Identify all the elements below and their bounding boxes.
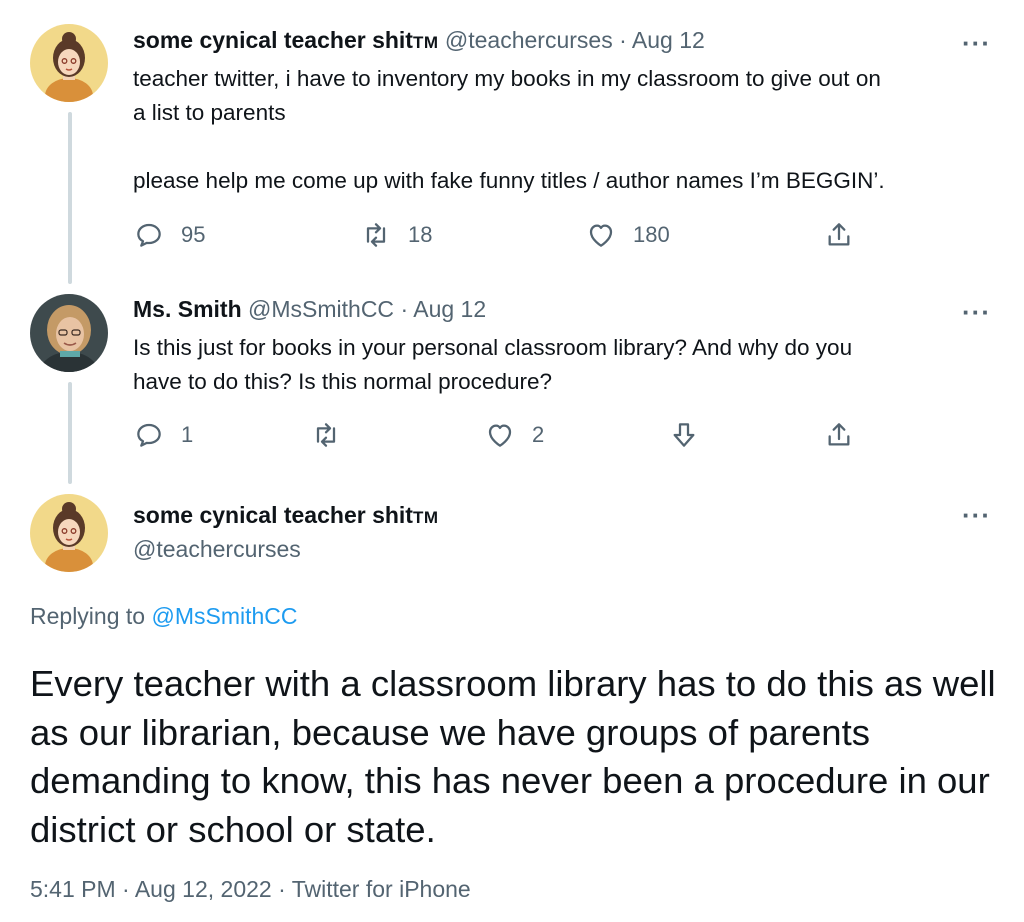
more-icon[interactable]: ··· (962, 502, 991, 528)
more-icon[interactable]: ··· (962, 299, 991, 325)
like-icon (589, 224, 613, 247)
tweet-text: teacher twitter, i have to inventory my … (133, 66, 885, 193)
tweet-source[interactable]: Twitter for iPhone (292, 876, 471, 902)
downvote-button[interactable] (668, 419, 700, 451)
author-handle[interactable]: @MsSmithCC (248, 296, 394, 322)
reply-count: 95 (181, 222, 206, 247)
reply-button[interactable]: 95 (133, 219, 205, 251)
share-button[interactable] (823, 419, 855, 451)
retweet-button[interactable] (310, 419, 342, 451)
avatar[interactable] (30, 494, 108, 572)
avatar-illustration-icon (30, 24, 108, 102)
like-count: 2 (532, 422, 545, 447)
main-author-handle[interactable]: @teachercurses (133, 536, 301, 563)
separator: · (619, 27, 627, 53)
tweet-date[interactable]: Aug 12 (413, 296, 486, 322)
reply-button[interactable]: 1 (133, 419, 193, 451)
main-author-name[interactable]: some cynical teacher shitTM (133, 502, 439, 529)
author-handle[interactable]: @teachercurses (445, 27, 613, 53)
tweet-date[interactable]: Aug 12 (632, 27, 705, 53)
tweet-text: Is this just for books in your personal … (133, 335, 853, 394)
tweet-time[interactable]: 5:41 PM (30, 876, 116, 902)
downvote-icon (673, 423, 695, 447)
tweet-full-date[interactable]: Aug 12, 2022 (135, 876, 272, 902)
avatar[interactable] (30, 24, 108, 102)
reply-icon (137, 223, 161, 247)
more-icon[interactable]: ··· (962, 30, 991, 56)
retweet-icon (316, 423, 336, 447)
retweet-icon (366, 223, 386, 247)
reply-icon (137, 423, 161, 447)
reply-count: 1 (181, 422, 194, 447)
thread-line (68, 112, 72, 284)
replying-to: Replying to @MsSmithCC (30, 603, 298, 629)
author-name[interactable]: some cynical teacher shitTM (133, 27, 439, 53)
avatar[interactable] (30, 294, 108, 372)
separator: · (400, 296, 409, 322)
avatar-illustration-icon (30, 494, 108, 572)
like-icon (488, 424, 512, 447)
avatar-photo-icon (30, 294, 108, 372)
tweet-meta: 5:41 PM · Aug 12, 2022 · Twitter for iPh… (30, 876, 471, 902)
tweet-header: Ms. Smith @MsSmithCC · Aug 12 (133, 296, 486, 323)
like-button[interactable]: 180 (585, 219, 670, 251)
tweet-header: some cynical teacher shitTM @teachercurs… (133, 27, 705, 54)
share-icon (828, 423, 850, 446)
thread-line (68, 382, 72, 484)
retweet-button[interactable]: 18 (360, 219, 432, 251)
like-button[interactable]: 2 (484, 419, 544, 451)
main-tweet-text: Every teacher with a classroom library h… (30, 663, 996, 850)
replying-to-handle[interactable]: @MsSmithCC (151, 603, 297, 629)
share-button[interactable] (823, 219, 855, 251)
share-icon (828, 223, 850, 246)
like-count: 180 (633, 222, 670, 247)
author-name[interactable]: Ms. Smith (133, 296, 242, 322)
retweet-count: 18 (408, 222, 433, 247)
